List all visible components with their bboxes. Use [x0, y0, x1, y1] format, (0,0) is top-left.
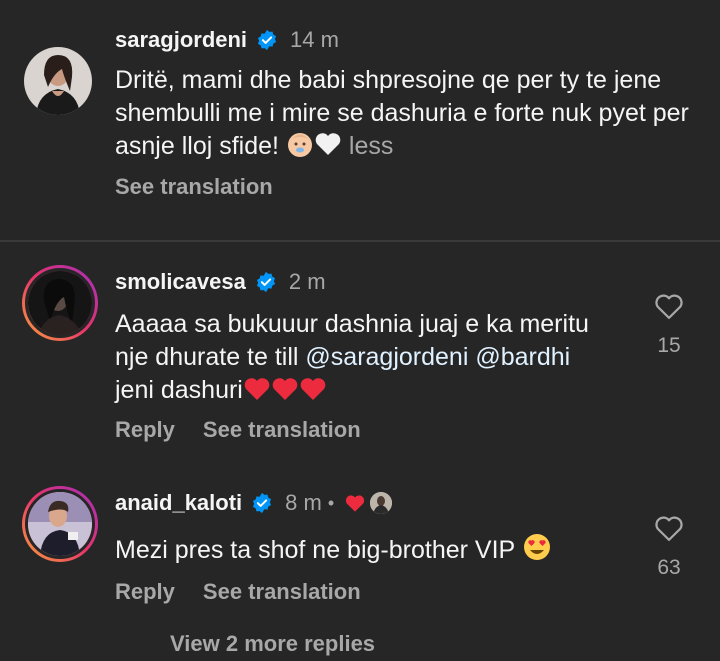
white-heart-emoji — [314, 130, 342, 167]
verified-badge-icon — [256, 271, 275, 293]
username[interactable]: anaid_kaloti — [115, 490, 242, 516]
timestamp: 14 m — [290, 27, 339, 52]
heart-outline-icon[interactable] — [654, 292, 684, 320]
like-count: 63 — [657, 556, 681, 579]
comment-body: Dritë, mami dhe babi shpresojne qe per t… — [115, 66, 689, 160]
avatar[interactable] — [22, 486, 98, 562]
avatar[interactable] — [22, 265, 98, 341]
username[interactable]: saragjordeni — [115, 27, 247, 53]
see-translation-link[interactable]: See translation — [203, 579, 361, 605]
red-heart-emoji — [243, 376, 271, 411]
heart-outline-icon[interactable] — [654, 514, 684, 542]
verified-badge-icon — [257, 29, 277, 51]
avatar-image — [28, 492, 92, 556]
comment-header: saragjordeni 14 m — [115, 27, 339, 53]
like-count: 15 — [657, 334, 681, 357]
comment-text: Dritë, mami dhe babi shpresojne qe per t… — [115, 64, 705, 167]
comment-actions: Reply See translation — [115, 579, 361, 605]
comment-body: Mezi pres ta shof ne big-brother VIP — [115, 536, 515, 564]
mention-link[interactable]: @saragjordeni — [305, 343, 468, 371]
comment-text: Aaaaa sa bukuuur dashnia juaj e ka merit… — [115, 308, 615, 411]
comment-actions: See translation — [115, 174, 273, 200]
baby-emoji — [286, 130, 314, 167]
reply-button[interactable]: Reply — [115, 579, 175, 605]
avatar-image — [28, 271, 92, 335]
see-translation-link[interactable]: See translation — [203, 417, 361, 443]
timestamp: 8 m — [285, 490, 322, 515]
red-heart-emoji — [299, 376, 327, 411]
like-control: 63 — [654, 514, 684, 580]
verified-badge-icon — [253, 492, 272, 514]
like-control: 15 — [654, 292, 684, 358]
view-more-replies-button[interactable]: View 2 more replies — [170, 631, 375, 657]
comment-text: Mezi pres ta shof ne big-brother VIP — [115, 532, 635, 571]
heart-eyes-emoji — [522, 532, 552, 571]
comment-body-end: jeni dashuri — [115, 376, 243, 404]
timestamp: 2 m — [288, 269, 326, 294]
see-translation-link[interactable]: See translation — [115, 174, 273, 200]
avatar-image — [24, 47, 92, 115]
avatar[interactable] — [24, 47, 92, 115]
red-heart-emoji — [271, 376, 299, 411]
separator-dot: • — [327, 493, 335, 513]
comment-header: anaid_kaloti 8 m • — [115, 490, 393, 516]
less-link[interactable]: less — [349, 132, 393, 160]
divider — [0, 240, 720, 242]
mention-link[interactable]: @bardhi — [475, 343, 570, 371]
comment-header: smolicavesa 2 m — [115, 269, 326, 295]
creator-avatar-icon — [370, 492, 393, 514]
comment-actions: Reply See translation — [115, 417, 361, 443]
creator-liked-heart-icon — [346, 495, 365, 512]
reply-button[interactable]: Reply — [115, 417, 175, 443]
username[interactable]: smolicavesa — [115, 269, 246, 295]
